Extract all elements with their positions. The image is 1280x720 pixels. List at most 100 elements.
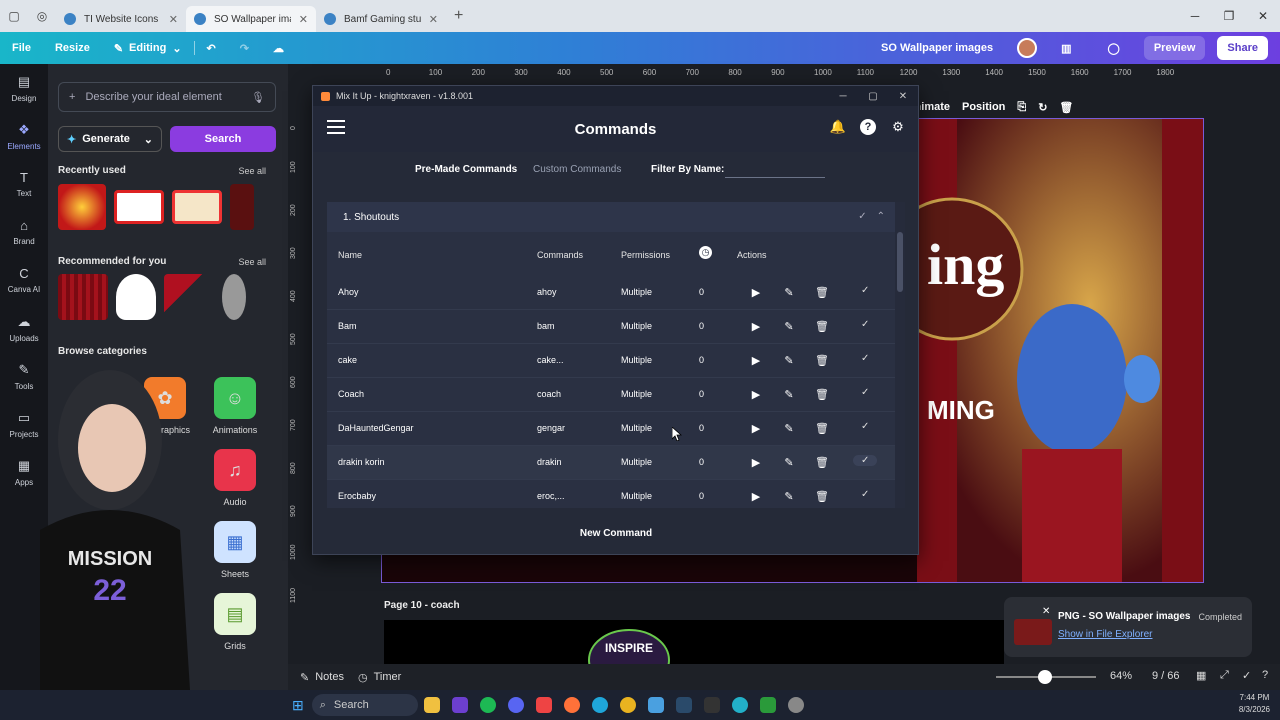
edit-icon[interactable]: ✎ bbox=[781, 352, 797, 368]
enabled-check-icon[interactable]: ✓ bbox=[861, 489, 869, 500]
generate-button[interactable]: ✦ Generate ⌄ bbox=[58, 126, 162, 152]
notes-button[interactable]: ✎ Notes bbox=[300, 671, 344, 684]
element-thumb-red-curtain[interactable] bbox=[58, 274, 108, 320]
tab-premade-commands[interactable]: Pre-Made Commands bbox=[415, 164, 517, 175]
element-thumb-character[interactable] bbox=[116, 274, 156, 320]
play-icon[interactable]: ▶ bbox=[748, 488, 764, 504]
cloud-saved-icon[interactable]: ☁ bbox=[261, 42, 296, 55]
delete-icon[interactable]: 🗑 bbox=[814, 352, 830, 368]
edit-icon[interactable]: ✎ bbox=[781, 318, 797, 334]
maximize-icon[interactable]: ❐ bbox=[1212, 0, 1246, 32]
edge-icon[interactable] bbox=[591, 697, 608, 713]
taskbar-search[interactable]: ⌕ Search bbox=[311, 694, 418, 716]
element-thumb-letter-b[interactable] bbox=[58, 184, 106, 230]
steam-icon[interactable] bbox=[675, 697, 692, 713]
enabled-check-icon[interactable]: ✓ bbox=[861, 285, 869, 296]
see-all-recommended-link[interactable]: See all bbox=[238, 257, 266, 267]
element-thumb-marquee-sign[interactable] bbox=[114, 190, 164, 224]
notifications-bell-icon[interactable]: 🔔 bbox=[830, 119, 846, 135]
element-thumb-marquee-frame[interactable] bbox=[172, 190, 222, 224]
delete-icon[interactable]: 🗑 bbox=[814, 420, 830, 436]
browser-menu-icon[interactable]: ▢ bbox=[0, 0, 28, 32]
document-title[interactable]: SO Wallpaper images bbox=[869, 42, 1005, 54]
browser-tab-3[interactable]: Bamf Gaming stuff ... ✕ bbox=[316, 6, 446, 32]
commands-scrollbar[interactable] bbox=[895, 202, 905, 508]
element-thumb-figure[interactable] bbox=[222, 274, 246, 320]
file-explorer-icon[interactable] bbox=[423, 697, 440, 713]
comments-icon[interactable]: ◯ bbox=[1096, 42, 1132, 55]
edit-icon[interactable]: ✎ bbox=[781, 386, 797, 402]
play-icon[interactable]: ▶ bbox=[748, 386, 764, 402]
help-icon[interactable]: ? bbox=[860, 119, 876, 135]
edit-icon[interactable]: ✎ bbox=[781, 420, 797, 436]
play-icon[interactable]: ▶ bbox=[748, 352, 764, 368]
close-icon[interactable]: ✕ bbox=[1246, 0, 1280, 32]
rail-item-design[interactable]: ▤ Design bbox=[0, 64, 48, 112]
close-icon[interactable]: ✕ bbox=[888, 86, 918, 106]
close-tab-icon[interactable]: ✕ bbox=[429, 13, 438, 26]
enabled-check-icon[interactable]: ✓ bbox=[861, 353, 869, 364]
maximize-icon[interactable]: ▢ bbox=[858, 86, 888, 106]
timer-button[interactable]: ◷ Timer bbox=[358, 671, 401, 684]
next-page-preview[interactable]: INSPIRE bbox=[384, 620, 1004, 691]
resize-button[interactable]: Resize bbox=[43, 42, 102, 54]
show-in-explorer-link[interactable]: Show in File Explorer bbox=[1058, 629, 1152, 640]
paint-format-icon[interactable]: ⎘ bbox=[1017, 101, 1026, 114]
group-enabled-check-icon[interactable]: ✓ bbox=[858, 211, 866, 222]
spotify-icon[interactable] bbox=[479, 697, 496, 713]
enabled-check-icon[interactable]: ✓ bbox=[861, 421, 869, 432]
app-icon[interactable] bbox=[451, 697, 468, 713]
new-command-button[interactable]: New Command bbox=[571, 522, 661, 544]
refresh-icon[interactable]: ↻ bbox=[1038, 101, 1047, 114]
tab-custom-commands[interactable]: Custom Commands bbox=[533, 164, 621, 175]
fullscreen-icon[interactable]: ⤢ bbox=[1220, 669, 1229, 682]
trash-icon[interactable]: 🗑 bbox=[1059, 101, 1073, 114]
help-icon[interactable]: ? bbox=[1262, 669, 1268, 681]
edit-icon[interactable]: ✎ bbox=[781, 488, 797, 504]
windows-start-icon[interactable]: ⊞ bbox=[292, 697, 304, 714]
zoom-slider-handle[interactable] bbox=[1038, 670, 1052, 684]
editing-mode-button[interactable]: ✎ Editing ⌄ bbox=[102, 42, 194, 55]
system-clock[interactable]: 7:44 PM 8/3/2026 bbox=[1239, 692, 1270, 716]
minimize-icon[interactable]: ─ bbox=[828, 86, 858, 106]
position-button[interactable]: Position bbox=[962, 101, 1005, 113]
firefox-icon[interactable] bbox=[563, 697, 580, 713]
group-header[interactable]: 1. Shoutouts ✓ ⌃ bbox=[327, 202, 905, 232]
settings-gear-icon[interactable]: ⚙ bbox=[890, 119, 906, 135]
rail-item-elements[interactable]: ❖ Elements bbox=[0, 112, 48, 160]
undo-icon[interactable]: ↶ bbox=[195, 42, 228, 55]
discord-icon[interactable] bbox=[507, 697, 524, 713]
search-button[interactable]: Search bbox=[170, 126, 276, 152]
animate-button[interactable]: Animate bbox=[920, 101, 950, 113]
close-tab-icon[interactable]: ✕ bbox=[299, 13, 308, 26]
analytics-icon[interactable]: ▥ bbox=[1049, 42, 1083, 55]
minimize-icon[interactable]: ─ bbox=[1178, 0, 1212, 32]
notepad-icon[interactable] bbox=[647, 697, 664, 713]
delete-icon[interactable]: 🗑 bbox=[814, 284, 830, 300]
edit-icon[interactable]: ✎ bbox=[781, 454, 797, 470]
play-icon[interactable]: ▶ bbox=[748, 318, 764, 334]
enabled-check-icon[interactable]: ✓ bbox=[853, 455, 878, 466]
close-tab-icon[interactable]: ✕ bbox=[169, 13, 178, 26]
mixitup-taskbar-icon[interactable] bbox=[759, 697, 776, 713]
play-icon[interactable]: ▶ bbox=[748, 284, 764, 300]
browser-tab-2[interactable]: SO Wallpaper imag... ✕ bbox=[186, 6, 316, 32]
microphone-icon[interactable]: 🎙 bbox=[251, 91, 265, 104]
scrollbar-thumb[interactable] bbox=[897, 232, 903, 292]
edit-icon[interactable]: ✎ bbox=[781, 284, 797, 300]
terminal-icon[interactable] bbox=[703, 697, 720, 713]
grid-view-icon[interactable]: ▦ bbox=[1196, 669, 1206, 682]
file-menu[interactable]: File bbox=[0, 42, 43, 54]
check-icon[interactable]: ✓ bbox=[1242, 669, 1251, 682]
delete-icon[interactable]: 🗑 bbox=[814, 318, 830, 334]
redo-icon[interactable]: ↷ bbox=[228, 42, 261, 55]
rail-item-uploads[interactable]: ☁ Uploads bbox=[0, 304, 48, 352]
see-all-recent-link[interactable]: See all bbox=[238, 166, 266, 176]
browser-tab-1[interactable]: TI Website Icons - ... ✕ bbox=[56, 6, 186, 32]
play-icon[interactable]: ▶ bbox=[748, 420, 764, 436]
play-icon[interactable]: ▶ bbox=[748, 454, 764, 470]
enabled-check-icon[interactable]: ✓ bbox=[861, 387, 869, 398]
zoom-slider[interactable] bbox=[996, 670, 1096, 684]
element-thumb-drape[interactable] bbox=[164, 274, 214, 320]
delete-icon[interactable]: 🗑 bbox=[814, 386, 830, 402]
